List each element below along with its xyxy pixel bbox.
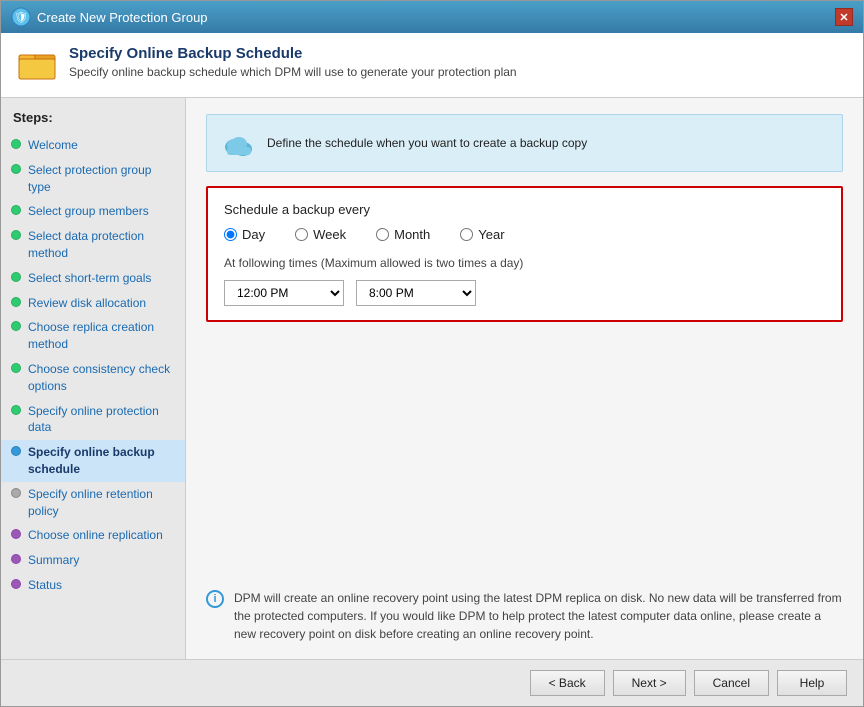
- title-bar: 🛡 Create New Protection Group ✕: [1, 1, 863, 33]
- info-banner: Define the schedule when you want to cre…: [206, 114, 843, 172]
- radio-week[interactable]: Week: [295, 227, 346, 242]
- window-app-icon: 🛡: [11, 7, 31, 27]
- sidebar-item-choose-replica-creation-method[interactable]: Choose replica creation method: [1, 315, 185, 357]
- sidebar-item-label-welcome: Welcome: [28, 137, 78, 154]
- radio-week-input[interactable]: [295, 228, 308, 241]
- sidebar-item-status[interactable]: Status: [1, 573, 185, 598]
- sidebar-item-review-disk-allocation[interactable]: Review disk allocation: [1, 291, 185, 316]
- radio-day-input[interactable]: [224, 228, 237, 241]
- sidebar-item-select-protection-group-type[interactable]: Select protection group type: [1, 158, 185, 200]
- sidebar-item-label-replication: Choose online replication: [28, 527, 163, 544]
- step-dot-consistency: [11, 363, 21, 373]
- step-dot-backup-schedule: [11, 446, 21, 456]
- sidebar-item-label-consistency: Choose consistency check options: [28, 361, 173, 395]
- time-dropdowns: 12:00 AM 1:00 AM 2:00 AM 3:00 AM 4:00 AM…: [224, 280, 825, 306]
- sidebar-item-specify-online-protection-data[interactable]: Specify online protection data: [1, 399, 185, 441]
- main-window: 🛡 Create New Protection Group ✕ Specify …: [0, 0, 864, 707]
- step-dot-retention: [11, 488, 21, 498]
- radio-month[interactable]: Month: [376, 227, 430, 242]
- info-note-text: DPM will create an online recovery point…: [234, 589, 843, 643]
- step-dot-replica: [11, 321, 21, 331]
- radio-group: Day Week Month Year: [224, 227, 825, 242]
- sidebar-item-choose-online-replication[interactable]: Choose online replication: [1, 523, 185, 548]
- cancel-button[interactable]: Cancel: [694, 670, 769, 696]
- sidebar-item-label-status: Status: [28, 577, 62, 594]
- folder-icon: [17, 45, 57, 85]
- sidebar-item-label-members: Select group members: [28, 203, 149, 220]
- close-button[interactable]: ✕: [835, 8, 853, 26]
- step-dot-replication: [11, 529, 21, 539]
- window-title: Create New Protection Group: [37, 10, 208, 25]
- sidebar-item-choose-consistency-check-options[interactable]: Choose consistency check options: [1, 357, 185, 399]
- sidebar-item-label-online-protection: Specify online protection data: [28, 403, 173, 437]
- step-dot-status: [11, 579, 21, 589]
- radio-year-label: Year: [478, 227, 504, 242]
- sidebar: Steps: Welcome Select protection group t…: [1, 98, 186, 659]
- sidebar-item-label-data-method: Select data protection method: [28, 228, 173, 262]
- header-subtitle: Specify online backup schedule which DPM…: [69, 65, 517, 79]
- step-dot-summary: [11, 554, 21, 564]
- info-circle-icon: i: [206, 590, 224, 608]
- radio-day[interactable]: Day: [224, 227, 265, 242]
- step-dot-short-term: [11, 272, 21, 282]
- svg-text:🛡: 🛡: [14, 11, 28, 24]
- sidebar-item-label-short-term: Select short-term goals: [28, 270, 151, 287]
- spacer: [206, 336, 843, 565]
- cloud-icon: [221, 125, 257, 161]
- header-area: Specify Online Backup Schedule Specify o…: [1, 33, 863, 98]
- steps-label: Steps:: [1, 110, 185, 133]
- sidebar-item-label-protection: Select protection group type: [28, 162, 173, 196]
- content-area: Steps: Welcome Select protection group t…: [1, 98, 863, 659]
- radio-day-label: Day: [242, 227, 265, 242]
- title-left: 🛡 Create New Protection Group: [11, 7, 208, 27]
- sidebar-item-label-replica: Choose replica creation method: [28, 319, 173, 353]
- radio-month-input[interactable]: [376, 228, 389, 241]
- radio-year[interactable]: Year: [460, 227, 504, 242]
- help-button[interactable]: Help: [777, 670, 847, 696]
- time-select-2[interactable]: 12:00 AM 1:00 AM 2:00 AM 3:00 AM 4:00 AM…: [356, 280, 476, 306]
- sidebar-item-label-backup-schedule: Specify online backup schedule: [28, 444, 173, 478]
- back-button[interactable]: < Back: [530, 670, 605, 696]
- radio-year-input[interactable]: [460, 228, 473, 241]
- sidebar-item-welcome[interactable]: Welcome: [1, 133, 185, 158]
- step-dot-welcome: [11, 139, 21, 149]
- schedule-label: Schedule a backup every: [224, 202, 825, 217]
- time-select-1[interactable]: 12:00 AM 1:00 AM 2:00 AM 3:00 AM 4:00 AM…: [224, 280, 344, 306]
- sidebar-item-specify-online-retention-policy[interactable]: Specify online retention policy: [1, 482, 185, 524]
- step-dot-online-protection: [11, 405, 21, 415]
- step-dot-protection: [11, 164, 21, 174]
- info-banner-text: Define the schedule when you want to cre…: [267, 136, 587, 150]
- header-title: Specify Online Backup Schedule: [69, 45, 517, 62]
- next-button[interactable]: Next >: [613, 670, 686, 696]
- main-panel: Define the schedule when you want to cre…: [186, 98, 863, 659]
- info-note: i DPM will create an online recovery poi…: [206, 589, 843, 643]
- footer: < Back Next > Cancel Help: [1, 659, 863, 706]
- sidebar-item-label-retention: Specify online retention policy: [28, 486, 173, 520]
- step-dot-disk: [11, 297, 21, 307]
- sidebar-item-select-data-protection-method[interactable]: Select data protection method: [1, 224, 185, 266]
- radio-month-label: Month: [394, 227, 430, 242]
- sidebar-item-select-short-term-goals[interactable]: Select short-term goals: [1, 266, 185, 291]
- radio-week-label: Week: [313, 227, 346, 242]
- sidebar-item-summary[interactable]: Summary: [1, 548, 185, 573]
- step-dot-data-method: [11, 230, 21, 240]
- step-dot-members: [11, 205, 21, 215]
- sidebar-item-select-group-members[interactable]: Select group members: [1, 199, 185, 224]
- header-text: Specify Online Backup Schedule Specify o…: [69, 45, 517, 79]
- schedule-box: Schedule a backup every Day Week Month: [206, 186, 843, 322]
- sidebar-item-label-summary: Summary: [28, 552, 79, 569]
- sidebar-item-specify-online-backup-schedule[interactable]: Specify online backup schedule: [1, 440, 185, 482]
- at-following-label: At following times (Maximum allowed is t…: [224, 256, 825, 270]
- sidebar-item-label-disk: Review disk allocation: [28, 295, 146, 312]
